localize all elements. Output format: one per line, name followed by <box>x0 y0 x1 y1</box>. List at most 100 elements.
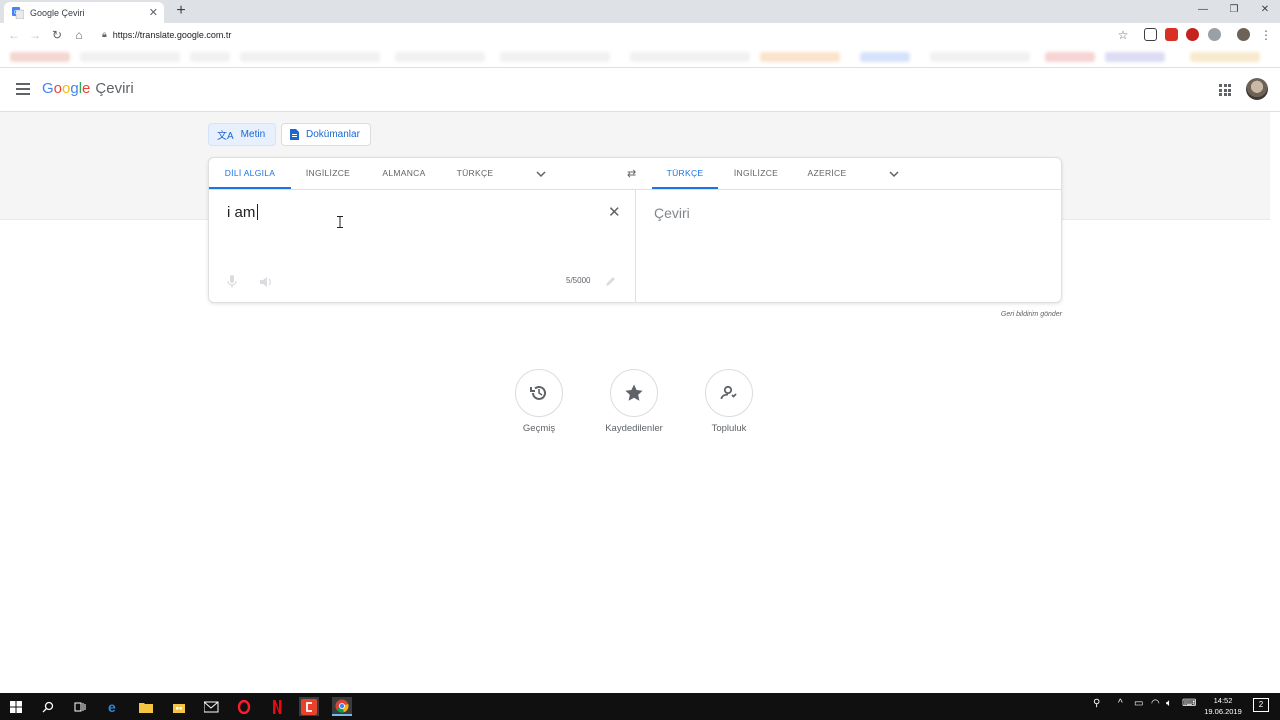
text-mode-label: Metin <box>240 129 266 140</box>
microphone-icon[interactable] <box>227 275 237 289</box>
action-center-icon[interactable]: 2 <box>1253 698 1269 712</box>
bookmark-item[interactable] <box>395 52 485 62</box>
file-explorer-icon[interactable] <box>136 697 156 716</box>
target-more-languages-chevron-down-icon[interactable] <box>889 169 899 179</box>
search-icon[interactable] <box>38 697 58 716</box>
address-bar[interactable]: 🔒︎ https://translate.google.com.tr <box>96 25 1136 44</box>
saved-circle <box>610 369 658 417</box>
product-name: Çeviri <box>95 80 134 97</box>
notification-count: 2 <box>1258 700 1264 709</box>
bookmark-item[interactable] <box>1190 52 1260 62</box>
documents-mode-label: Dokümanlar <box>306 129 360 140</box>
bookmark-item[interactable] <box>630 52 750 62</box>
windows-taskbar: e ⚲ ^ ▭ ◠ 🔈︎ ⌨ 14:52 19.06.2019 2 <box>0 693 1280 720</box>
account-avatar[interactable] <box>1246 78 1268 100</box>
text-caret <box>257 204 259 220</box>
opera-icon[interactable] <box>234 697 254 716</box>
edge-icon[interactable]: e <box>104 697 124 716</box>
svg-text:G: G <box>14 10 18 16</box>
google-translate-logo[interactable]: Google Çeviri <box>42 80 134 97</box>
reload-icon[interactable]: ↻ <box>48 26 66 44</box>
svg-text:e: e <box>108 700 116 714</box>
keyboard-icon[interactable]: ⌨ <box>1182 698 1196 709</box>
bookmark-star-icon[interactable]: ☆ <box>1114 26 1132 44</box>
task-view-icon[interactable] <box>70 697 90 716</box>
bookmark-item[interactable] <box>1105 52 1165 62</box>
target-lang-english[interactable]: İNGİLİZCE <box>725 158 787 189</box>
google-apps-icon[interactable] <box>1219 84 1231 96</box>
netflix-icon[interactable] <box>267 697 287 716</box>
clear-source-icon[interactable]: ✕ <box>608 203 621 221</box>
source-text-input[interactable]: i am <box>227 204 259 221</box>
extension-cube-icon[interactable] <box>1144 28 1157 41</box>
bookmark-item[interactable] <box>930 52 1030 62</box>
tray-chevron-up-icon[interactable]: ^ <box>1118 698 1123 709</box>
adblock-icon[interactable] <box>1186 28 1199 41</box>
source-lang-german[interactable]: ALMANCA <box>373 158 435 189</box>
extension-red-icon[interactable] <box>1165 28 1178 41</box>
browser-tab[interactable]: G Google Çeviri ✕ <box>4 2 164 23</box>
source-text-value: i am <box>227 204 256 221</box>
text-mode-button[interactable]: 文A Metin <box>208 123 277 146</box>
volume-icon[interactable]: 🔈︎ <box>1166 698 1172 709</box>
profile-icon[interactable] <box>1237 28 1250 41</box>
battery-icon[interactable]: ▭ <box>1134 698 1143 709</box>
minimize-icon[interactable]: — <box>1188 0 1218 20</box>
wifi-icon[interactable]: ◠ <box>1151 698 1160 709</box>
source-lang-detect[interactable]: DİLİ ALGILA <box>209 158 291 189</box>
mail-icon[interactable] <box>202 697 222 716</box>
clock[interactable]: 14:52 19.06.2019 <box>1198 695 1248 717</box>
community-person-icon <box>720 385 737 400</box>
extension-gray-icon[interactable] <box>1208 28 1221 41</box>
star-icon <box>625 384 643 401</box>
translation-output: Çeviri <box>654 205 690 221</box>
bookmarks-bar <box>0 46 1280 68</box>
edit-pencil-icon[interactable] <box>605 275 617 287</box>
translate-icon: 文A <box>217 131 234 142</box>
window-close-icon[interactable]: ✕ <box>1250 0 1280 20</box>
hamburger-menu-icon[interactable] <box>16 83 30 95</box>
send-feedback-link[interactable]: Geri bildirim gönder <box>960 311 1062 318</box>
people-icon[interactable]: ⚲ <box>1093 698 1100 709</box>
windows-start-icon[interactable] <box>6 697 26 716</box>
red-app-icon[interactable] <box>299 697 319 716</box>
bookmark-item[interactable] <box>760 52 840 62</box>
url-text: https://translate.google.com.tr <box>112 29 232 40</box>
speaker-icon[interactable] <box>259 275 273 289</box>
bookmark-item[interactable] <box>240 52 380 62</box>
community-button[interactable]: Topluluk <box>689 369 769 434</box>
browser-menu-icon[interactable]: ⋮ <box>1257 26 1275 44</box>
target-lang-azerbaijani[interactable]: AZERİCE <box>801 158 853 189</box>
tab-title: Google Çeviri <box>30 7 85 18</box>
bookmark-item[interactable] <box>860 52 910 62</box>
clock-time: 14:52 <box>1213 696 1233 705</box>
restore-icon[interactable]: ❐ <box>1219 0 1249 20</box>
new-tab-button[interactable]: + <box>172 2 190 20</box>
history-label: Geçmiş <box>522 423 556 434</box>
store-icon[interactable] <box>169 697 189 716</box>
documents-mode-button[interactable]: Dokümanlar <box>281 123 371 146</box>
back-icon[interactable]: ← <box>5 26 23 44</box>
source-lang-english[interactable]: İNGİLİZCE <box>297 158 359 189</box>
google-wordmark: Google <box>42 80 91 97</box>
bookmark-item[interactable] <box>1045 52 1095 62</box>
character-count: 5/5000 <box>566 276 591 285</box>
source-more-languages-chevron-down-icon[interactable] <box>536 169 546 179</box>
forward-icon[interactable]: → <box>26 26 44 44</box>
history-icon <box>530 385 546 400</box>
saved-button[interactable]: Kaydedilenler <box>594 369 674 434</box>
home-icon[interactable]: ⌂ <box>70 26 88 44</box>
target-lang-turkish[interactable]: TÜRKÇE <box>652 158 718 189</box>
bookmark-item[interactable] <box>190 52 230 62</box>
panel-divider <box>635 190 636 303</box>
source-lang-turkish[interactable]: TÜRKÇE <box>447 158 503 189</box>
swap-languages-icon[interactable]: ⇄ <box>627 167 636 180</box>
chrome-icon[interactable] <box>332 697 352 716</box>
bookmark-item[interactable] <box>500 52 610 62</box>
bookmark-item[interactable] <box>80 52 180 62</box>
tab-close-icon[interactable]: ✕ <box>149 6 158 19</box>
clock-date: 19.06.2019 <box>1204 707 1242 716</box>
mouse-ibeam-cursor <box>337 216 343 228</box>
history-button[interactable]: Geçmiş <box>499 369 579 434</box>
bookmark-item[interactable] <box>10 52 70 62</box>
